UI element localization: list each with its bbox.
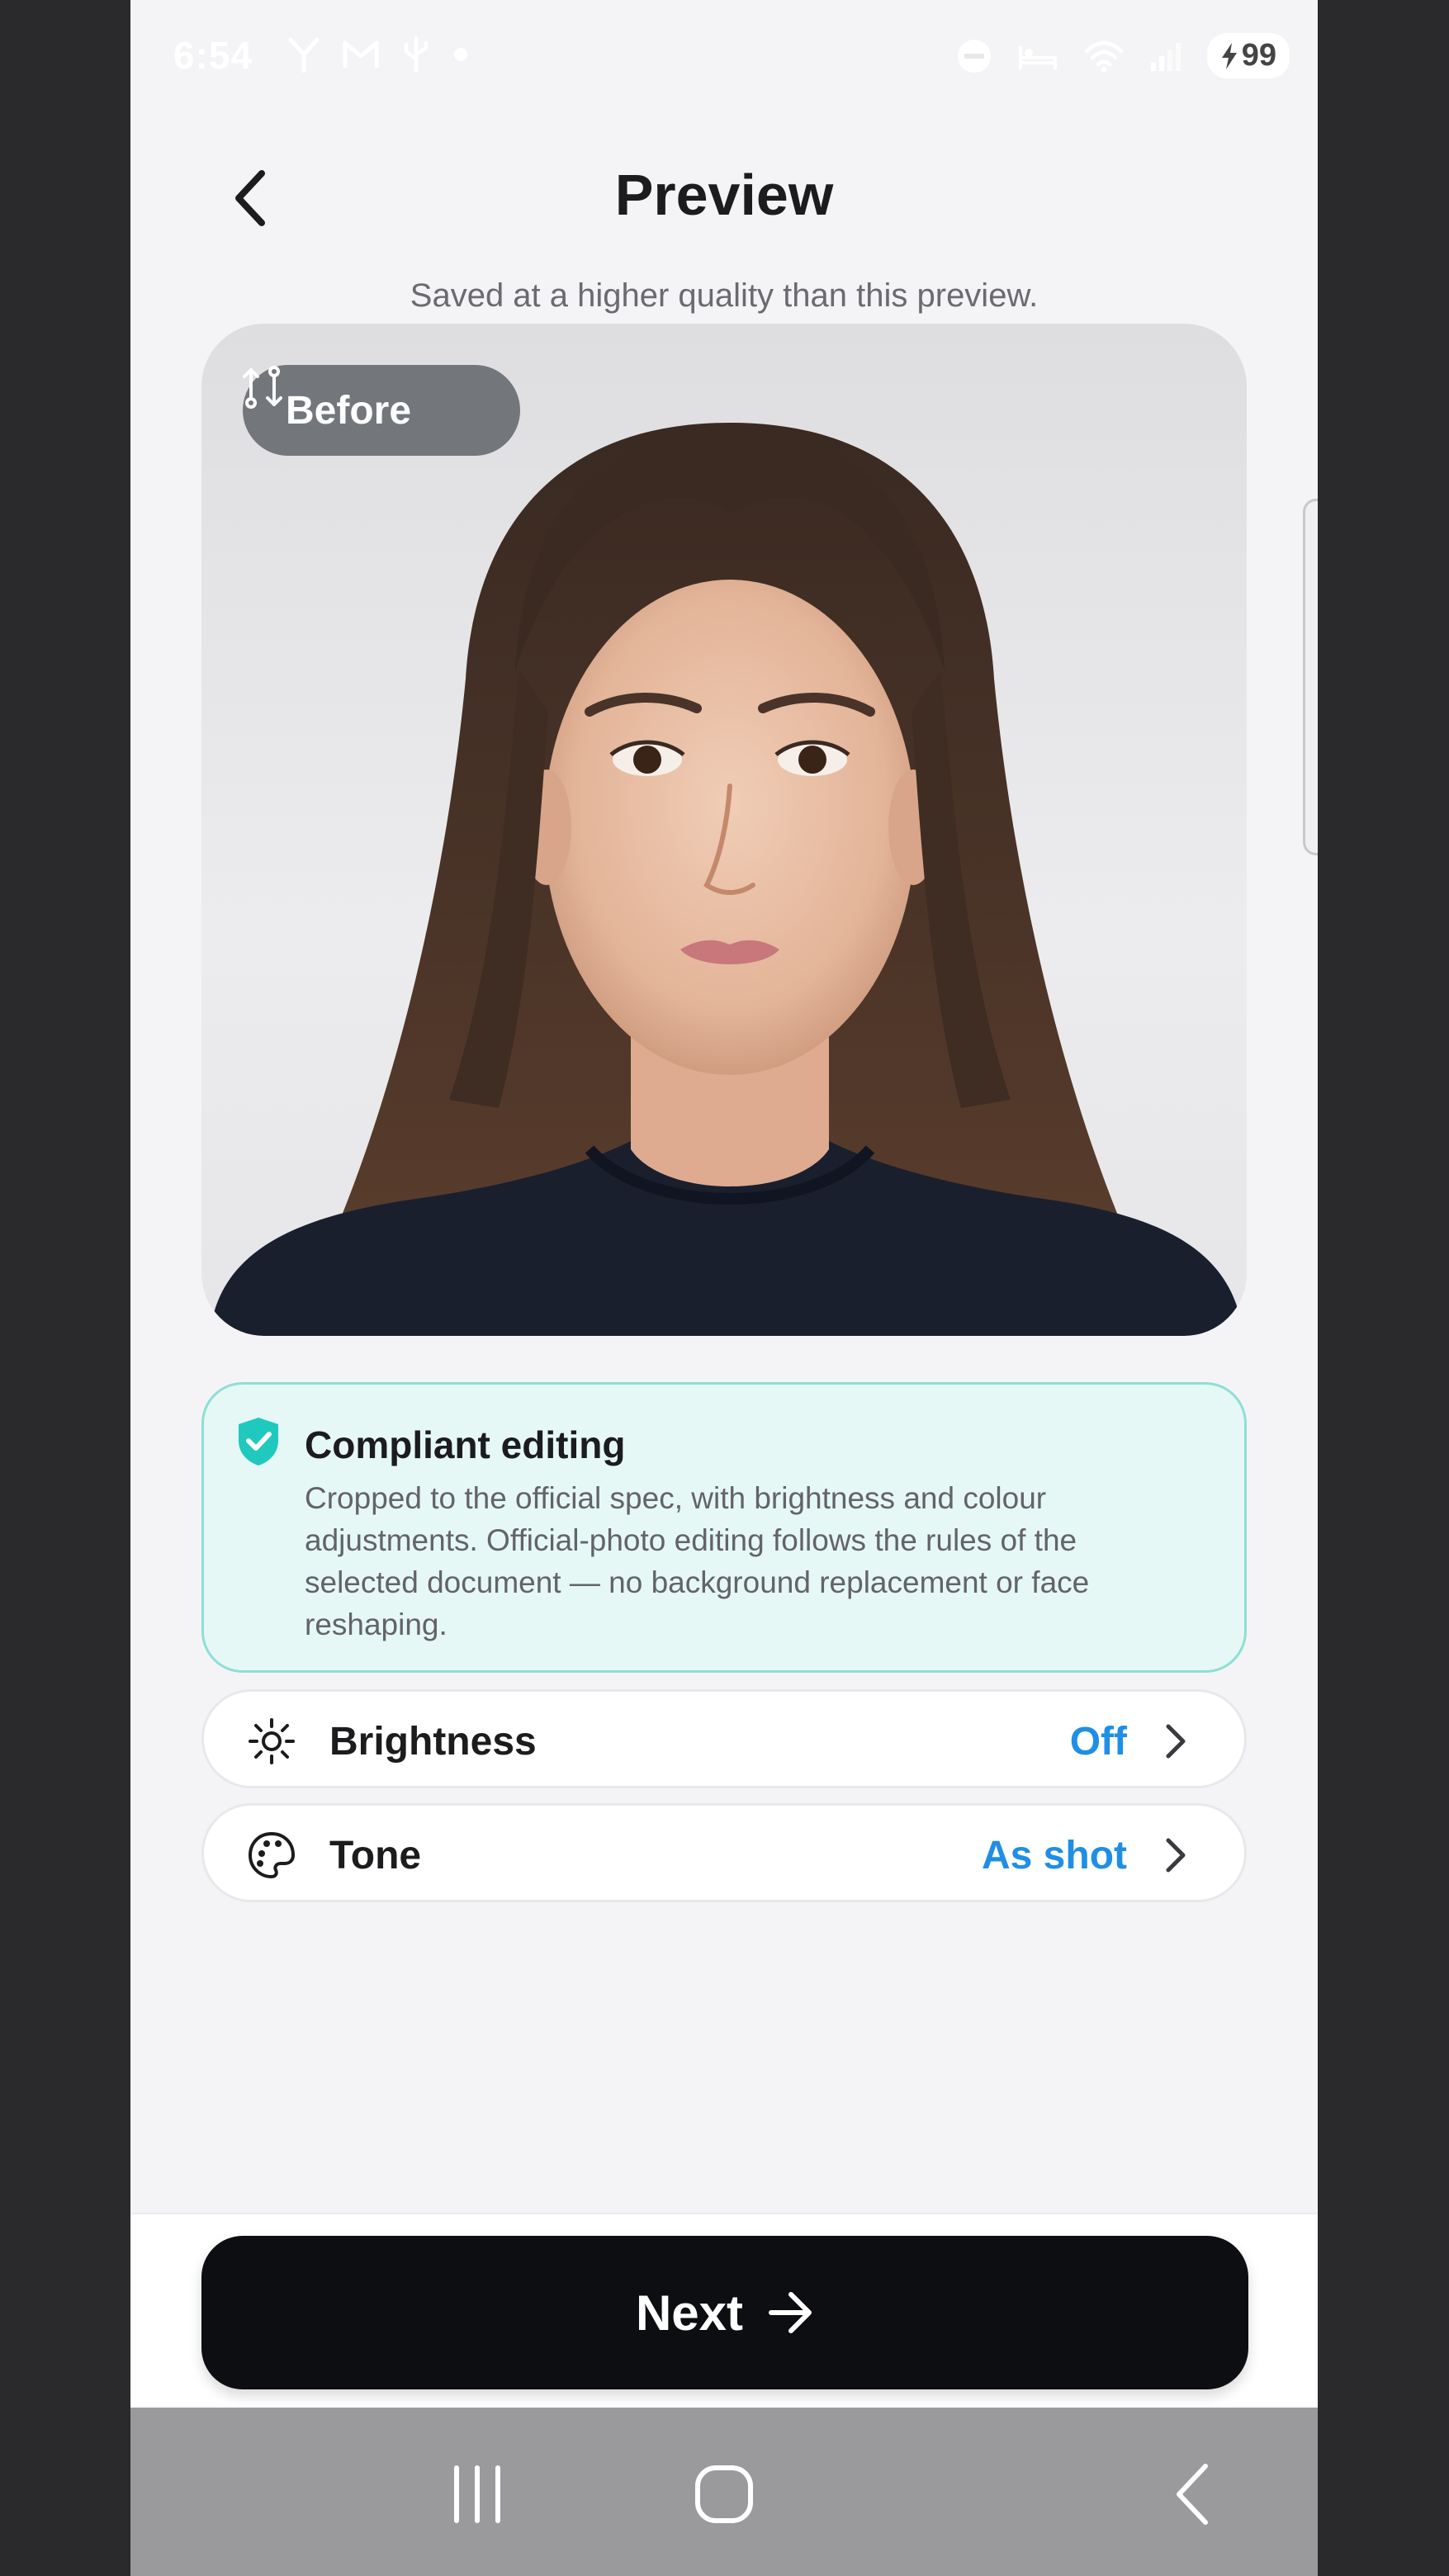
palette-icon bbox=[248, 1831, 296, 1879]
recents-icon bbox=[454, 2465, 500, 2523]
portrait-photo: Before bbox=[201, 324, 1247, 1336]
dnd-icon bbox=[957, 39, 991, 73]
status-time: 6:54 bbox=[173, 34, 253, 77]
arrow-right-icon bbox=[769, 2292, 812, 2333]
before-toggle-button[interactable]: Before bbox=[243, 365, 520, 456]
compliant-title: Compliant editing bbox=[305, 1423, 626, 1466]
back-icon bbox=[1177, 2464, 1208, 2525]
app-screen: 6:54 99 Preview Saved at a higher qualit… bbox=[130, 0, 1318, 2576]
usb-icon bbox=[404, 36, 429, 73]
status-right-icons: 99 bbox=[956, 33, 1290, 78]
battery-indicator: 99 bbox=[1206, 33, 1290, 78]
brightness-label: Brightness bbox=[329, 1720, 537, 1764]
bed-icon bbox=[1018, 45, 1057, 69]
system-back-button[interactable] bbox=[1143, 2457, 1242, 2531]
side-panel-handle[interactable] bbox=[1303, 499, 1318, 855]
system-nav-bar bbox=[130, 2408, 1318, 2576]
app-header: Preview bbox=[130, 124, 1318, 272]
recents-button[interactable] bbox=[428, 2457, 527, 2531]
brightness-value: Off bbox=[1069, 1720, 1127, 1764]
sun-icon bbox=[249, 1718, 295, 1764]
status-left-icons bbox=[287, 36, 469, 73]
next-label: Next bbox=[635, 2285, 744, 2341]
cell-signal-icon bbox=[1150, 42, 1181, 71]
compliant-editing-card: Compliant editing Cropped to the officia… bbox=[201, 1382, 1247, 1673]
wifi-icon bbox=[1084, 40, 1123, 72]
chevron-right-icon bbox=[1166, 1838, 1186, 1873]
compare-arrows-icon bbox=[243, 366, 282, 409]
home-icon bbox=[695, 2465, 753, 2523]
status-bar: 6:54 99 bbox=[130, 0, 1318, 116]
portrait-illustration bbox=[210, 423, 1243, 1336]
tone-row[interactable]: Tone As shot bbox=[201, 1803, 1247, 1902]
page-title: Preview bbox=[614, 163, 834, 227]
chevron-right-icon bbox=[1166, 1724, 1186, 1759]
shield-check-icon bbox=[239, 1418, 278, 1466]
compliant-description: Cropped to the official spec, with brigh… bbox=[305, 1481, 1090, 1641]
next-button[interactable]: Next bbox=[201, 2236, 1248, 2389]
battery-level: 99 bbox=[1241, 38, 1276, 73]
signal-antenna-icon bbox=[288, 37, 320, 73]
charging-bolt-icon bbox=[1221, 42, 1237, 69]
bottom-action-bar: Next bbox=[130, 2213, 1318, 2408]
dot-icon bbox=[454, 48, 467, 61]
preview-subtitle: Saved at a higher quality than this prev… bbox=[410, 277, 1039, 314]
tone-label: Tone bbox=[329, 1834, 422, 1878]
home-button[interactable] bbox=[675, 2457, 774, 2531]
before-label: Before bbox=[286, 388, 412, 433]
tone-value: As shot bbox=[981, 1834, 1127, 1878]
brightness-row[interactable]: Brightness Off bbox=[201, 1689, 1247, 1788]
gmail-icon bbox=[343, 40, 379, 68]
